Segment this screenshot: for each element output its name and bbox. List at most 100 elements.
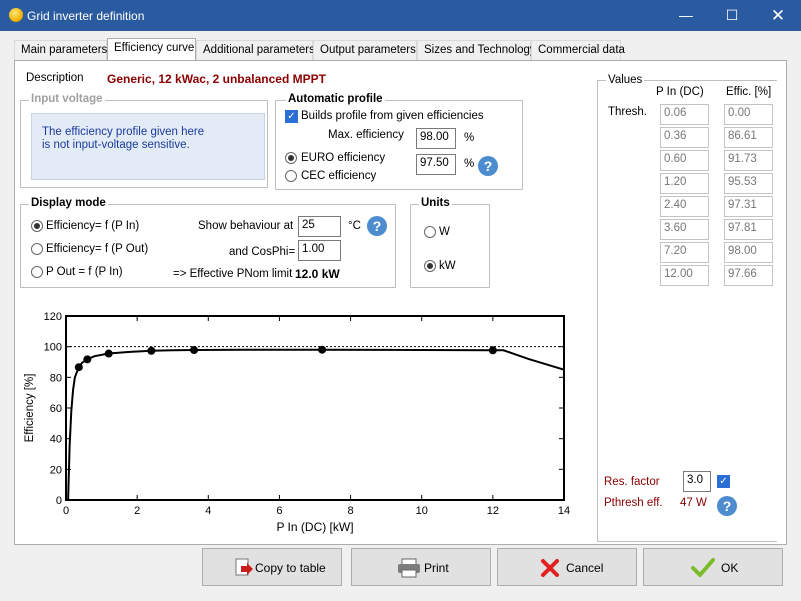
automatic-profile-group: Automatic profile ✓ Builds profile from …: [275, 93, 523, 190]
efficiency-point: [488, 346, 497, 355]
y-tick-label: 40: [50, 434, 62, 446]
copy-to-table-button[interactable]: Copy to table: [202, 548, 342, 586]
col-effic-header: Effic. [%]: [726, 86, 772, 98]
minimize-button[interactable]: —: [663, 0, 709, 31]
efficiency-chart: 0 2 4 6 8 10 12 14 0 20 40 60 80 100 120 P In (DC) [kW…: [24, 311, 570, 534]
y-tick-label: 0: [56, 495, 62, 507]
description-label: Description: [26, 72, 84, 84]
unit-w-label: W: [439, 226, 450, 238]
euro-efficiency-radio[interactable]: [285, 152, 297, 164]
tab-main-parameters[interactable]: Main parameters: [14, 40, 107, 61]
max-efficiency-unit: %: [464, 132, 475, 144]
thresh-label: Thresh.: [608, 106, 647, 118]
tab-sizes-technology[interactable]: Sizes and Technology: [417, 40, 536, 61]
pin-value-cell[interactable]: 0.60: [660, 150, 709, 171]
mode-efficiency-pin-label: Efficiency= f (P In): [46, 220, 140, 232]
ok-label: OK: [721, 561, 739, 575]
euro-efficiency-input[interactable]: 97.50: [416, 154, 456, 175]
help-icon[interactable]: ?: [367, 216, 387, 236]
res-factor-input[interactable]: 3.0: [683, 471, 711, 492]
input-voltage-message-line1: The efficiency profile given here: [42, 126, 205, 138]
cancel-label: Cancel: [566, 561, 604, 575]
pin-value-cell[interactable]: 0.36: [660, 127, 709, 148]
res-factor-label: Res. factor: [604, 476, 660, 488]
efficiency-value-cell[interactable]: 97.31: [724, 196, 773, 217]
x-tick-label: 14: [558, 505, 570, 517]
y-tick-label: 80: [50, 372, 62, 384]
copy-to-table-label: Copy to table: [255, 561, 326, 575]
display-mode-title: Display mode: [29, 197, 108, 209]
mode-efficiency-pout-label: Efficiency= f (P Out): [46, 243, 149, 255]
help-icon[interactable]: ?: [717, 496, 737, 516]
cosphi-label: and CosPhi=: [229, 246, 296, 258]
efficiency-value-cell[interactable]: 97.66: [724, 265, 773, 286]
efficiency-value-cell[interactable]: 97.81: [724, 219, 773, 240]
description-value: Generic, 12 kWac, 2 unbalanced MPPT: [107, 72, 326, 86]
ok-button[interactable]: OK: [643, 548, 783, 586]
print-button[interactable]: Print: [351, 548, 491, 586]
print-label: Print: [424, 561, 449, 575]
cec-efficiency-label: CEC efficiency: [301, 170, 377, 182]
pthresh-value: 47 W: [680, 497, 707, 509]
max-efficiency-input[interactable]: 98.00: [416, 128, 456, 149]
cancel-button[interactable]: Cancel: [497, 548, 637, 586]
efficiency-point: [190, 346, 199, 355]
unit-w-radio[interactable]: [424, 226, 436, 238]
efficiency-value-cell[interactable]: 98.00: [724, 242, 773, 263]
efficiency-value-cell[interactable]: 95.53: [724, 173, 773, 194]
euro-efficiency-label: EURO efficiency: [301, 152, 386, 164]
mode-efficiency-pout-radio[interactable]: [31, 243, 43, 255]
efficiency-point: [104, 349, 113, 358]
units-group: Units W kW: [410, 197, 490, 288]
pin-value-cell[interactable]: 3.60: [660, 219, 709, 240]
display-mode-group: Display mode Efficiency= f (P In) Effici…: [20, 197, 396, 288]
unit-kw-label: kW: [439, 260, 456, 272]
tab-additional-parameters[interactable]: Additional parameters: [196, 40, 315, 61]
chart-y-label: Efficiency [%]: [24, 374, 36, 443]
efficiency-value-cell[interactable]: 0.00: [724, 104, 773, 125]
cosphi-input[interactable]: 1.00: [298, 240, 341, 261]
res-factor-checkbox[interactable]: ✓: [717, 475, 730, 488]
pin-value-cell[interactable]: 12.00: [660, 265, 709, 286]
maximize-button[interactable]: ☐: [709, 0, 755, 31]
input-voltage-message-line2: is not input-voltage sensitive.: [42, 139, 190, 151]
close-button[interactable]: ✕: [755, 0, 801, 31]
pin-value-cell[interactable]: 2.40: [660, 196, 709, 217]
input-voltage-message-box: The efficiency profile given here is not…: [31, 113, 265, 180]
tab-output-parameters[interactable]: Output parameters: [313, 40, 417, 61]
efficiency-point: [74, 363, 83, 372]
y-tick-label: 100: [44, 342, 62, 354]
app-icon: [9, 8, 23, 22]
cec-efficiency-radio[interactable]: [285, 170, 297, 182]
chart-plot-area: [65, 315, 565, 501]
values-title: Values: [606, 74, 645, 86]
efficiency-value-cell[interactable]: 86.61: [724, 127, 773, 148]
temperature-input[interactable]: 25: [298, 216, 341, 237]
tab-efficiency-curve[interactable]: Efficiency curve: [107, 38, 196, 61]
efficiency-value-cell[interactable]: 91.73: [724, 150, 773, 171]
euro-efficiency-unit: %: [464, 158, 475, 170]
pin-value-cell[interactable]: 1.20: [660, 173, 709, 194]
builds-profile-checkbox[interactable]: ✓: [285, 110, 298, 123]
help-icon[interactable]: ?: [478, 156, 498, 176]
mode-efficiency-pin-radio[interactable]: [31, 220, 43, 232]
y-tick-label: 20: [50, 464, 62, 476]
pthresh-label: Pthresh eff.: [604, 497, 663, 509]
input-voltage-group: Input voltage The efficiency profile giv…: [20, 93, 268, 188]
pin-value-cell[interactable]: 7.20: [660, 242, 709, 263]
show-behaviour-label: Show behaviour at: [198, 220, 294, 232]
mode-pout-pin-radio[interactable]: [31, 266, 43, 278]
input-voltage-title: Input voltage: [29, 93, 105, 105]
window-title: Grid inverter definition: [27, 9, 145, 23]
unit-kw-radio[interactable]: [424, 260, 436, 272]
efficiency-point: [83, 355, 92, 364]
automatic-profile-title: Automatic profile: [286, 93, 385, 105]
x-tick-label: 12: [487, 505, 499, 517]
y-tick-label: 60: [50, 403, 62, 415]
x-tick-label: 10: [416, 505, 428, 517]
pin-value-cell[interactable]: 0.06: [660, 104, 709, 125]
x-tick-label: 6: [276, 505, 282, 517]
units-title: Units: [419, 197, 452, 209]
tab-commercial-data[interactable]: Commercial data: [531, 40, 625, 61]
y-tick-label: 120: [44, 311, 62, 323]
